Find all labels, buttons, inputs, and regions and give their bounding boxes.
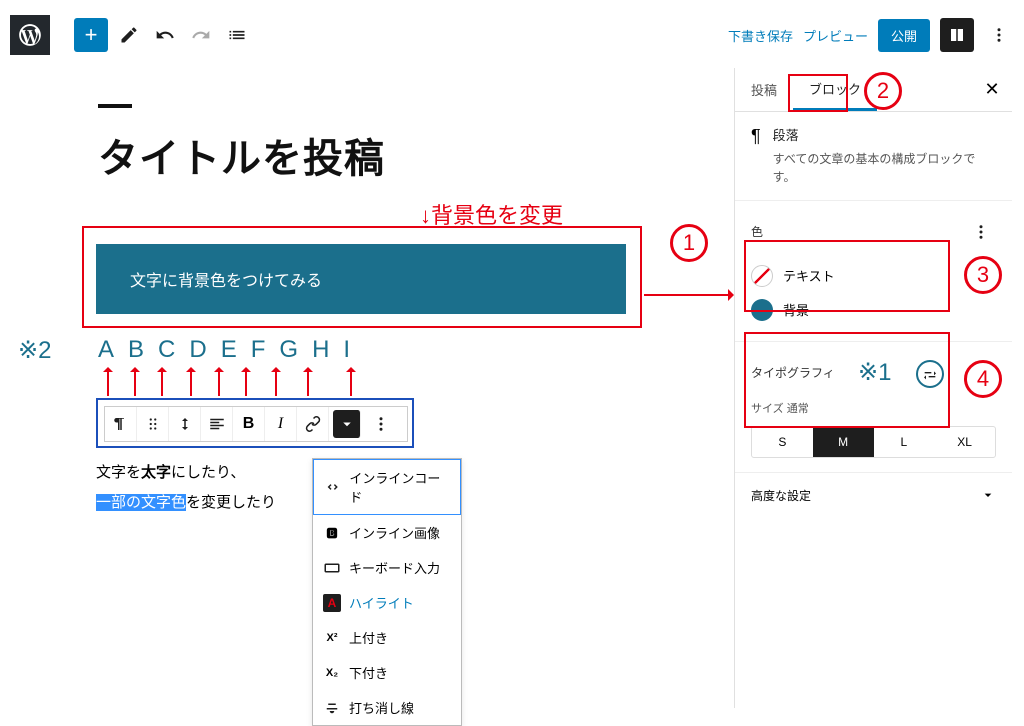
paragraph-icon[interactable] xyxy=(105,407,137,441)
paragraph-icon: ¶ xyxy=(751,126,761,186)
editor-canvas: タイトルを投稿 xyxy=(18,70,718,184)
annotation-box-toolbar: B I xyxy=(96,398,414,448)
sample-paragraph[interactable]: 文字を太字にしたり、 一部の文字色を変更したり xyxy=(96,458,276,518)
tab-post[interactable]: 投稿 xyxy=(735,68,793,111)
more-formats-button[interactable] xyxy=(333,410,361,438)
toolbar-left: + xyxy=(74,18,252,52)
font-size-buttons: S M L XL xyxy=(751,426,996,458)
annotation-circle-2: 2 xyxy=(864,72,902,110)
publish-button[interactable]: 公開 xyxy=(878,19,930,52)
block-toolbar: B I xyxy=(104,406,408,442)
editor-topbar: + 下書き保存 プレビュー 公開 xyxy=(0,12,1024,58)
block-info-section: ¶ 段落 すべての文章の基本の構成ブロックです。 xyxy=(735,112,1012,201)
redo-icon[interactable] xyxy=(186,20,216,50)
dropdown-highlight[interactable]: Aハイライト xyxy=(313,585,461,620)
link-icon[interactable] xyxy=(297,407,329,441)
size-l[interactable]: L xyxy=(874,427,935,457)
more-menu-icon[interactable] xyxy=(984,18,1014,52)
annotation-arrow-up xyxy=(218,368,220,396)
annotation-arrow-up xyxy=(161,368,163,396)
annotation-box-3 xyxy=(744,240,950,312)
annotation-arrow-up xyxy=(275,368,277,396)
color-options-icon[interactable] xyxy=(966,215,996,249)
annotation-arrow-right xyxy=(644,294,732,296)
annotation-arrow-up xyxy=(350,368,352,396)
bold-button[interactable]: B xyxy=(233,407,265,441)
annotation-arrow-up xyxy=(245,368,247,396)
size-m[interactable]: M xyxy=(813,427,874,457)
annotation-arrow-up xyxy=(307,368,309,396)
size-s[interactable]: S xyxy=(752,427,813,457)
annotation-asterisk-1: ※1 xyxy=(858,358,891,387)
dropdown-inline-code[interactable]: インラインコード xyxy=(313,459,461,515)
block-more-icon[interactable] xyxy=(365,407,397,441)
annotation-box-1: 文字に背景色をつけてみる xyxy=(82,226,642,328)
post-title[interactable]: タイトルを投稿 xyxy=(98,126,718,184)
annotation-circle-3: 3 xyxy=(964,256,1002,294)
block-description: すべての文章の基本の構成ブロックです。 xyxy=(773,150,996,186)
italic-button[interactable]: I xyxy=(265,407,297,441)
close-sidebar-button[interactable]: ✕ xyxy=(972,68,1012,111)
annotation-arrow-up xyxy=(107,368,109,396)
annotation-arrow-up xyxy=(190,368,192,396)
title-decoration xyxy=(98,104,132,108)
size-xl[interactable]: XL xyxy=(934,427,995,457)
align-icon[interactable] xyxy=(201,407,233,441)
annotation-circle-4: 4 xyxy=(964,360,1002,398)
save-draft-button[interactable]: 下書き保存 xyxy=(728,26,793,45)
wordpress-logo[interactable] xyxy=(10,15,50,55)
block-name: 段落 xyxy=(773,126,996,146)
paragraph-block-bg[interactable]: 文字に背景色をつけてみる xyxy=(96,244,626,314)
annotation-box-2 xyxy=(788,74,848,112)
annotation-letters: ABC DEF GHI xyxy=(98,336,350,364)
move-up-down-icon[interactable] xyxy=(169,407,201,441)
preview-button[interactable]: プレビュー xyxy=(803,26,868,45)
toolbar-right: 下書き保存 プレビュー 公開 xyxy=(728,18,1014,52)
settings-panel-toggle[interactable] xyxy=(940,18,974,52)
dropdown-superscript[interactable]: X²上付き xyxy=(313,620,461,655)
undo-icon[interactable] xyxy=(150,20,180,50)
annotation-asterisk-2: ※2 xyxy=(18,336,51,365)
annotation-circle-1: 1 xyxy=(670,224,708,262)
custom-size-icon[interactable] xyxy=(916,360,944,388)
dropdown-inline-image[interactable]: 🅱︎インライン画像 xyxy=(313,515,461,550)
dropdown-keyboard[interactable]: キーボード入力 xyxy=(313,550,461,585)
outline-icon[interactable] xyxy=(222,20,252,50)
add-block-button[interactable]: + xyxy=(74,18,108,52)
advanced-settings-row[interactable]: 高度な設定 xyxy=(735,473,1012,518)
edit-icon[interactable] xyxy=(114,20,144,50)
drag-handle-icon[interactable] xyxy=(137,407,169,441)
annotation-arrow-up xyxy=(134,368,136,396)
dropdown-subscript[interactable]: X₂下付き xyxy=(313,655,461,690)
dropdown-strikethrough[interactable]: 打ち消し線 xyxy=(313,690,461,725)
format-dropdown: インラインコード 🅱︎インライン画像 キーボード入力 Aハイライト X²上付き … xyxy=(312,458,462,726)
